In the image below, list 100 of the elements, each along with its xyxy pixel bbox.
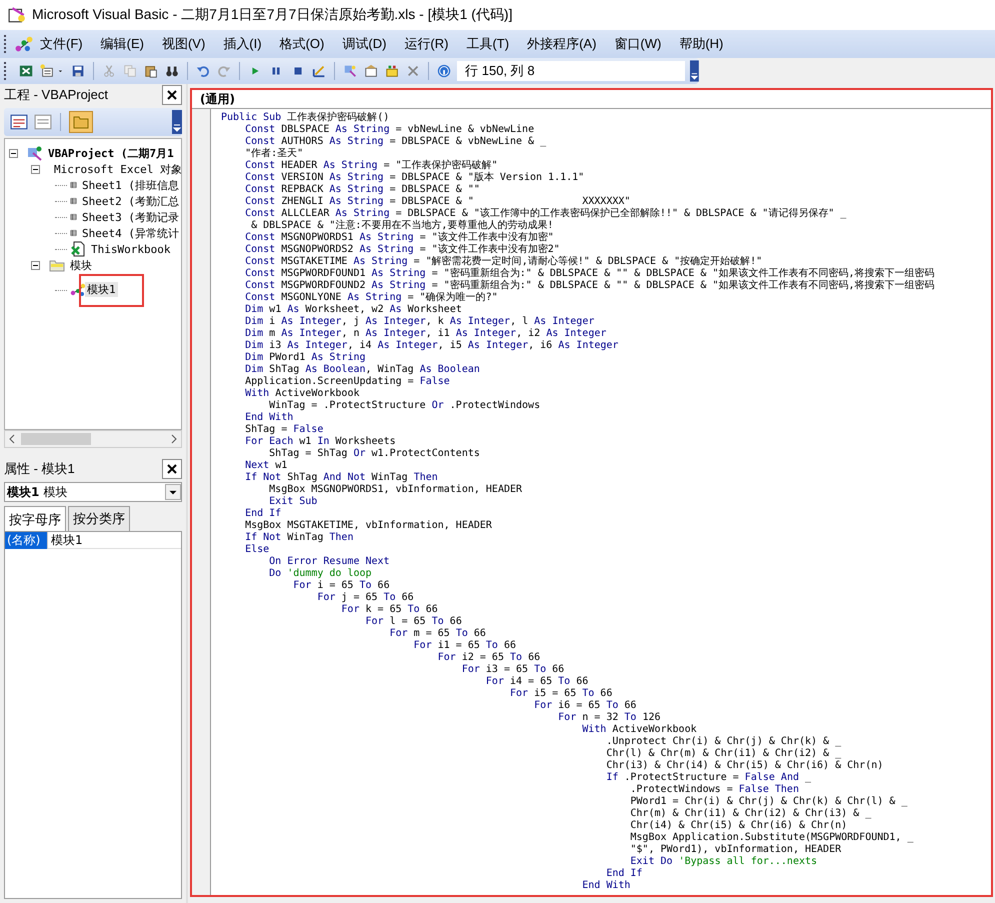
code-line: End With	[244, 412, 294, 424]
toolbar-options-icon[interactable]	[172, 110, 182, 134]
code-line: Const MSGPWORDFOUND2 As String = "密码重新组合为:" & DBLSPACE & "" & DBLSPACE & "如果该文件工作表有不同密码,将搜索下一组密码	[244, 280, 936, 292]
view-code-icon[interactable]	[10, 113, 28, 131]
tree-item[interactable]: VBAProject (二期7月1	[46, 144, 176, 162]
code-line: If Not WinTag Then	[244, 532, 354, 544]
view-object-icon[interactable]	[34, 113, 52, 131]
toolbar-options-icon[interactable]	[690, 59, 699, 83]
code-line: End With	[581, 880, 632, 892]
tab[interactable]: 按字母序	[4, 506, 66, 531]
scroll-left-icon[interactable]	[7, 434, 17, 444]
tab[interactable]: 按分类序	[68, 506, 130, 531]
code-line: For i6 = 65 To 66	[533, 700, 638, 712]
paste-icon[interactable]	[144, 63, 158, 79]
excel-icon[interactable]	[18, 63, 33, 79]
save-icon[interactable]	[70, 63, 85, 79]
code-line: For i5 = 65 To 66	[508, 688, 614, 700]
code-line: Dim w1 As Worksheet, w2 As Worksheet	[244, 304, 463, 316]
code-line: Public Sub 工作表保护密码破解()	[221, 112, 390, 124]
code-line: For i4 = 65 To 66	[484, 676, 590, 688]
code-line: Exit Do 'Bypass all for...nexts	[629, 856, 818, 868]
tree-expander-icon[interactable]	[31, 164, 40, 174]
tree-expander-icon[interactable]	[31, 260, 40, 270]
code-line: End If	[244, 508, 282, 520]
code-line: MsgBox MSGTAKETIME, vbInformation, HEADER	[244, 520, 493, 532]
code-line: For n = 32 To 126	[557, 712, 662, 724]
code-line: ShTag = False	[244, 424, 324, 436]
code-line: For l = 65 To 66	[364, 616, 463, 628]
menu-item[interactable]: 外接程序(A)	[522, 32, 602, 56]
project-icon	[27, 145, 43, 161]
code-line: Dim m As Integer, n As Integer, i1 As Integer, i2 As Integer	[244, 328, 608, 340]
close-button[interactable]	[162, 459, 182, 479]
menu-item[interactable]: 工具(T)	[461, 32, 514, 56]
tree-item[interactable]: Sheet4 (异常统计	[80, 224, 181, 242]
code-line: Const MSGNOPWORDS2 As String = "该文件工作表中没有加密2"	[244, 244, 561, 256]
menu-item[interactable]: 调试(D)	[337, 32, 392, 56]
code-line: ShTag = ShTag Or w1.ProtectContents	[268, 448, 481, 460]
toggle-folders-button[interactable]	[69, 111, 93, 133]
code-line: "$", PWord1), vbInformation, HEADER	[629, 844, 842, 856]
code-line: WinTag = .ProtectStructure Or .ProtectWindows	[268, 400, 542, 412]
property-value[interactable]: 模块1	[47, 532, 83, 548]
code-line: Chr(l) & Chr(m) & Chr(i1) & Chr(i2) & _	[605, 748, 842, 760]
code-line: Next w1	[244, 460, 288, 472]
menu-item[interactable]: 视图(V)	[156, 32, 210, 56]
code-line: Dim ShTag As Boolean, WinTag As Boolean	[244, 364, 481, 376]
module-icon	[70, 282, 86, 298]
tree-item[interactable]: Sheet1 (排班信息	[80, 176, 181, 194]
insert-module-icon[interactable]	[40, 63, 54, 79]
code-line: .Unprotect Chr(i) & Chr(j) & Chr(k) & _	[605, 736, 842, 748]
property-name[interactable]: (名称)	[5, 532, 47, 548]
menu-item[interactable]: 编辑(E)	[96, 32, 149, 56]
code-line: .ProtectWindows = False Then	[629, 784, 800, 796]
code-line: Dim i As Integer, j As Integer, k As Integer, l As Integer	[244, 316, 596, 328]
folder-icon	[72, 114, 90, 130]
code-line: MsgBox Application.Substitute(MSGPWORDFOUND1, _	[629, 832, 914, 844]
dropdown-caret-icon	[165, 484, 181, 500]
pane-title: 属性 - 模块1	[4, 460, 75, 478]
close-icon	[166, 89, 178, 101]
code-line: Const AUTHORS As String = DBLSPACE & vbNewLine & _	[244, 136, 548, 148]
pane-title: 工程 - VBAProject	[4, 86, 108, 104]
tree-item[interactable]: ThisWorkbook	[89, 242, 172, 256]
properties-icon[interactable]	[364, 63, 378, 79]
code-line: "作者:圣天"	[244, 148, 304, 160]
code-line: Const MSGPWORDFOUND1 As String = "密码重新组合为:" & DBLSPACE & "" & DBLSPACE & "如果该文件工作表有不同密码,将搜索下一组密码	[244, 268, 936, 280]
design-mode-icon[interactable]	[312, 63, 326, 79]
help-icon[interactable]	[437, 63, 452, 79]
object-browser-icon[interactable]	[384, 63, 400, 79]
tree-item[interactable]: Microsoft Excel 对象	[52, 160, 181, 178]
scroll-right-icon[interactable]	[169, 434, 179, 444]
code-line: Const ALLCLEAR As String = DBLSPACE & "该工作簿中的工作表密码保护已全部解除!!" & DBLSPACE & "请记得另保存" _	[244, 208, 848, 220]
app-icon	[8, 6, 26, 24]
code-line: Const ZHENGLI As String = DBLSPACE & " XXXXXXX"	[244, 196, 632, 208]
menu-item[interactable]: 文件(F)	[35, 32, 88, 56]
code-line: If .ProtectStructure = False And _	[605, 772, 812, 784]
code-line: With ActiveWorkbook	[581, 724, 698, 736]
code-line: With ActiveWorkbook	[244, 388, 360, 400]
window-title: Microsoft Visual Basic - 二期7月1日至7月7日保洁原始考勤.xls - [模块1 (代码)]	[32, 6, 512, 24]
code-line: For i = 65 To 66	[292, 580, 391, 592]
code-line: For i1 = 65 To 66	[412, 640, 518, 652]
tree-item[interactable]: 模块	[68, 256, 94, 274]
code-line: Dim PWord1 As String	[244, 352, 367, 364]
tree-expander-icon[interactable]	[9, 148, 18, 158]
tree-item[interactable]: Sheet3 (考勤记录	[80, 208, 181, 226]
scrollbar-thumb[interactable]	[21, 433, 91, 445]
object-dropdown[interactable]: (通用)	[192, 90, 991, 109]
code-line: Else	[244, 544, 270, 556]
tree-item[interactable]: 模块1	[85, 282, 118, 296]
code-line: Const REPBACK As String = DBLSPACE & ""	[244, 184, 481, 196]
code-line: MsgBox MSGNOPWORDS1, vbInformation, HEADER	[268, 484, 524, 496]
menu-item[interactable]: 插入(I)	[218, 32, 267, 56]
menu-item[interactable]: 格式(O)	[274, 32, 330, 56]
close-button[interactable]	[162, 85, 182, 105]
menu-item[interactable]: 帮助(H)	[674, 32, 728, 56]
code-line: For m = 65 To 66	[388, 628, 487, 640]
project-explorer-icon[interactable]	[342, 63, 357, 79]
object-dropdown[interactable]: 模块1 模块	[4, 482, 182, 502]
code-line: Const MSGONLYONE As String = "确保为唯一的?"	[244, 292, 499, 304]
menu-item[interactable]: 窗口(W)	[609, 32, 666, 56]
menu-item[interactable]: 运行(R)	[399, 32, 454, 56]
tree-item[interactable]: Sheet2 (考勤汇总	[80, 192, 181, 210]
